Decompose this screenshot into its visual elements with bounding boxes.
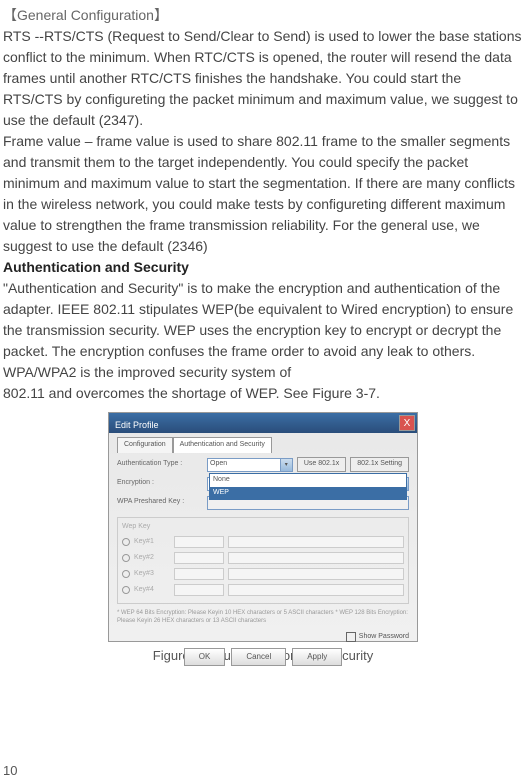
dialog-screenshot: Edit Profile X Configuration Authenticat…: [108, 412, 418, 642]
close-icon[interactable]: X: [399, 415, 415, 431]
tab-bar: Configuration Authentication and Securit…: [117, 437, 409, 453]
show-password-checkbox[interactable]: [346, 632, 356, 642]
general-config-heading: 【General Configuration】: [3, 5, 523, 26]
auth-type-value: Open: [210, 460, 227, 467]
key1-type-select[interactable]: [174, 536, 224, 548]
page-number: 10: [3, 761, 17, 781]
auth-security-heading: Authentication and Security: [3, 257, 523, 278]
auth-desc-paragraph: "Authentication and Security" is to make…: [3, 278, 523, 383]
8021x-setting-button[interactable]: 802.1x Setting: [350, 457, 409, 472]
key2-type-select[interactable]: [174, 552, 224, 564]
encryption-label: Encryption :: [117, 478, 207, 489]
key3-row: Key#3: [122, 567, 404, 581]
dialog-body: Configuration Authentication and Securit…: [109, 433, 417, 670]
key2-row: Key#2: [122, 551, 404, 565]
chevron-down-icon: ▾: [280, 459, 292, 471]
apply-button[interactable]: Apply: [292, 648, 342, 666]
key2-label: Key#2: [134, 553, 174, 564]
use-8021x-checkbox[interactable]: Use 802.1x: [297, 457, 346, 472]
tab-auth-security[interactable]: Authentication and Security: [173, 437, 272, 453]
rts-paragraph: RTS --RTS/CTS (Request to Send/Clear to …: [3, 26, 523, 131]
key4-row: Key#4: [122, 583, 404, 597]
cancel-button[interactable]: Cancel: [231, 648, 286, 666]
key4-label: Key#4: [134, 585, 174, 596]
key4-input[interactable]: [228, 584, 404, 596]
key4-type-select[interactable]: [174, 584, 224, 596]
ok-button[interactable]: OK: [184, 648, 226, 666]
key1-label: Key#1: [134, 537, 174, 548]
frame-paragraph: Frame value – frame value is used to sha…: [3, 131, 523, 257]
show-password-label: Show Password: [359, 632, 409, 643]
wpa-key-label: WPA Preshared Key :: [117, 497, 207, 508]
key2-radio[interactable]: [122, 554, 130, 562]
auth-type-label: Authentication Type :: [117, 459, 207, 470]
show-password-row: Show Password: [117, 632, 409, 643]
key2-input[interactable]: [228, 552, 404, 564]
key3-radio[interactable]: [122, 570, 130, 578]
encryption-dropdown-list[interactable]: None WEP: [209, 473, 407, 500]
wep-key-label: Wep Key: [122, 522, 404, 533]
dropdown-option-wep[interactable]: WEP: [210, 487, 406, 500]
dialog-button-row: OK Cancel Apply: [117, 648, 409, 666]
key1-row: Key#1: [122, 535, 404, 549]
wep-note: * WEP 64 Bits Encryption: Please Keyin 1…: [117, 610, 409, 626]
wep-key-section: Wep Key Key#1 Key#2 Key#3 Key: [117, 517, 409, 605]
dropdown-option-none[interactable]: None: [210, 474, 406, 487]
auth-type-select[interactable]: Open ▾: [207, 458, 293, 472]
dialog-titlebar: Edit Profile X: [109, 413, 417, 433]
key3-type-select[interactable]: [174, 568, 224, 580]
dialog-title: Edit Profile: [109, 416, 165, 436]
key4-radio[interactable]: [122, 586, 130, 594]
tab-configuration[interactable]: Configuration: [117, 437, 173, 453]
key1-radio[interactable]: [122, 538, 130, 546]
key3-input[interactable]: [228, 568, 404, 580]
key1-input[interactable]: [228, 536, 404, 548]
key3-label: Key#3: [134, 569, 174, 580]
auth-desc2-paragraph: 802.11 and overcomes the shortage of WEP…: [3, 383, 523, 404]
auth-type-row: Authentication Type : Open ▾ Use 802.1x …: [117, 457, 409, 473]
